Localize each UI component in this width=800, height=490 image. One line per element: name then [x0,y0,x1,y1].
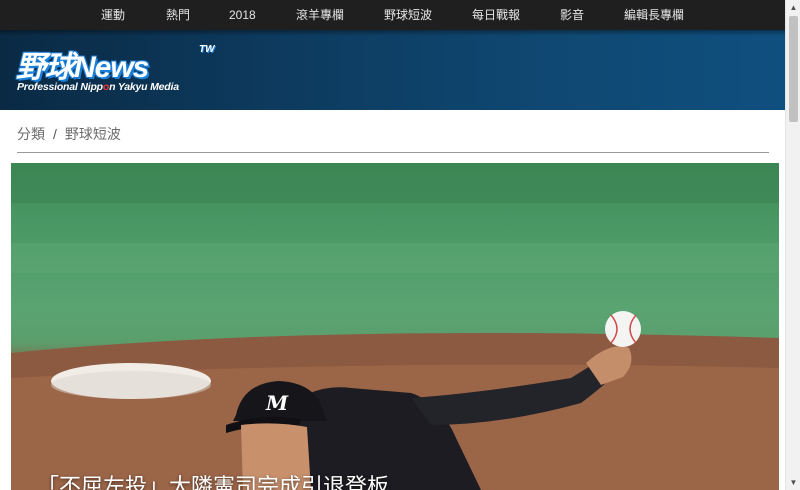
nav-item-column-gunyang[interactable]: 滾羊專欄 [296,0,344,30]
hero-article-image[interactable]: M 「不屈左投」大隣憲司完成引退登板 [11,163,779,490]
scroll-down-arrow-icon[interactable]: ▼ [786,475,800,490]
site-banner: 野球News TW Professional Nippon Yakyu Medi… [0,30,785,110]
hero-headline[interactable]: 「不屈左投」大隣憲司完成引退登板 [37,469,389,490]
site-logo[interactable]: 野球News TW Professional Nippon Yakyu Medi… [16,42,221,98]
nav-item-sports[interactable]: 運動 [101,0,125,30]
page-scrollbar[interactable]: ▲ ▼ [785,0,800,490]
top-nav-bar: 運動 熱門 2018 滾羊專欄 野球短波 每日戰報 影音 編輯長專欄 [0,0,785,30]
logo-title: 野球News [16,51,149,84]
logo-tw-badge: TW [199,44,215,55]
nav-item-2018[interactable]: 2018 [229,0,256,30]
nav-item-popular[interactable]: 熱門 [166,0,190,30]
scroll-up-arrow-icon[interactable]: ▲ [786,0,800,15]
pitcher-photo: M [11,163,779,490]
breadcrumb-category-link[interactable]: 分類 [17,126,45,142]
nav-item-daily-report[interactable]: 每日戰報 [472,0,520,30]
logo-subtitle: Professional Nippon Yakyu Media [17,81,179,93]
nav-item-editor-column[interactable]: 編輯長專欄 [624,0,684,30]
breadcrumb-separator: / [53,126,57,142]
breadcrumb-current-link[interactable]: 野球短波 [65,126,121,142]
breadcrumb: 分類 / 野球短波 [17,124,769,153]
scrollbar-thumb[interactable] [789,16,798,122]
nav-item-baseball-news[interactable]: 野球短波 [384,0,432,30]
nav-item-video[interactable]: 影音 [560,0,584,30]
cap-logo: M [265,391,289,415]
